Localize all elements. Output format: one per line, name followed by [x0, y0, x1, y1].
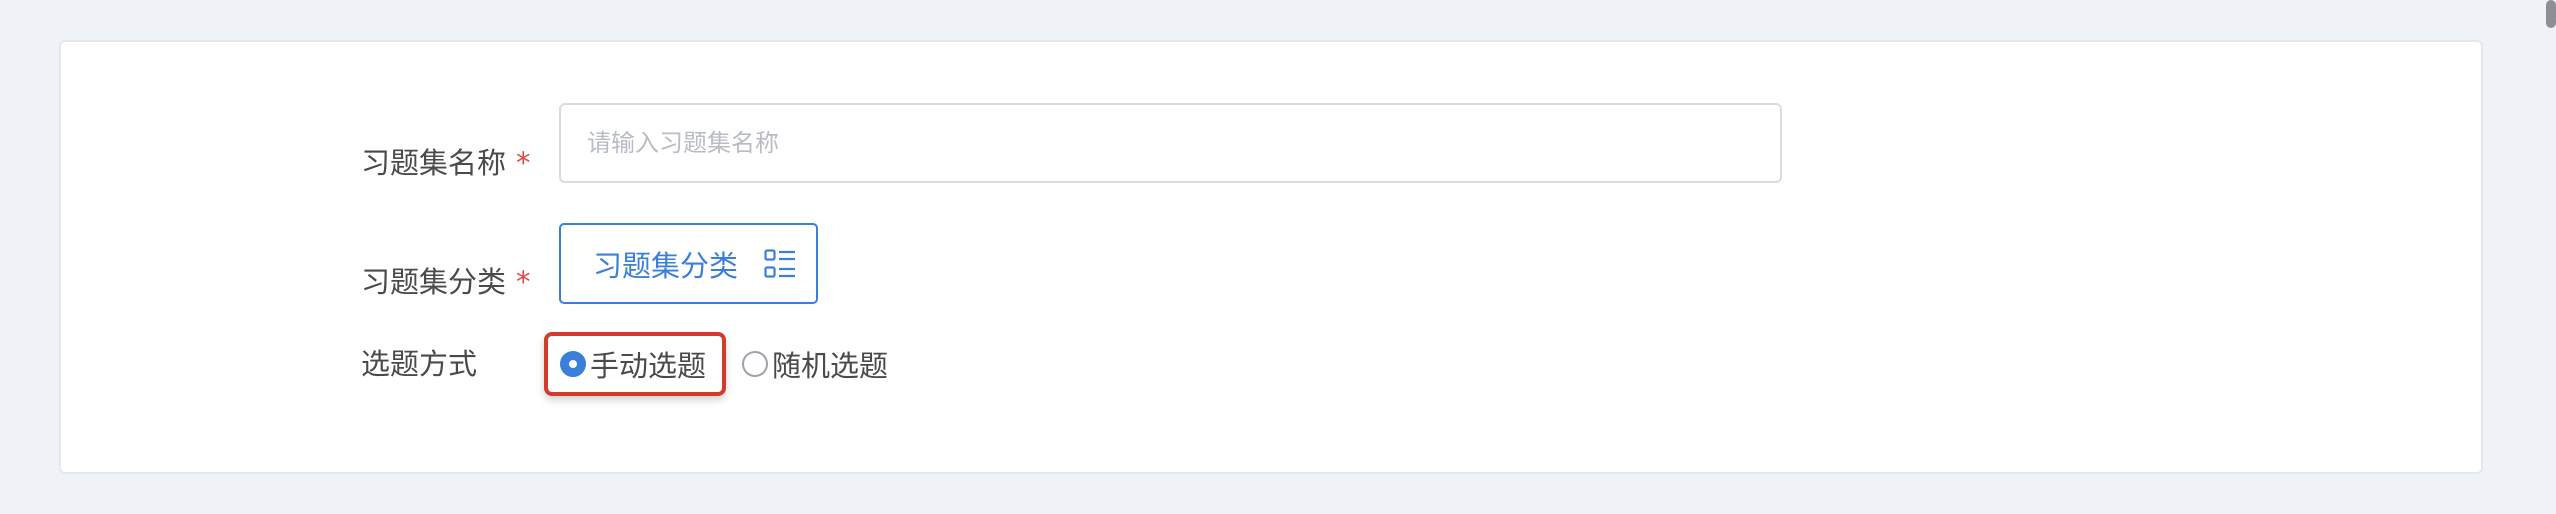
radio-manual-label: 手动选题: [590, 349, 707, 383]
radio-unchecked-icon: [742, 351, 769, 377]
category-field-label: 习题集分类 *: [361, 262, 531, 302]
name-field-label: 习题集名称 *: [361, 143, 531, 183]
selection-mode-label: 选题方式: [361, 347, 478, 381]
selection-mode-radio-group: 手动选题 随机选题: [544, 332, 892, 396]
category-required-mark: *: [516, 265, 531, 299]
radio-random-selection[interactable]: 随机选题: [726, 332, 892, 396]
radio-checked-icon: [560, 351, 586, 377]
exercise-set-name-input[interactable]: [559, 103, 1782, 183]
form-card: 习题集名称 * 习题集分类 * 习题集分类 选题方式 手动选题 随机选题: [59, 40, 2483, 474]
scrollbar-thumb[interactable]: [2546, 0, 2556, 28]
radio-manual-selection[interactable]: 手动选题: [544, 332, 727, 396]
category-button-label: 习题集分类: [593, 248, 739, 283]
list-grid-icon: [764, 248, 796, 279]
radio-random-label: 随机选题: [772, 349, 889, 383]
category-label-text: 习题集分类: [361, 265, 507, 299]
category-select-button[interactable]: 习题集分类: [559, 223, 818, 304]
name-required-mark: *: [516, 146, 531, 180]
name-label-text: 习题集名称: [361, 146, 507, 180]
